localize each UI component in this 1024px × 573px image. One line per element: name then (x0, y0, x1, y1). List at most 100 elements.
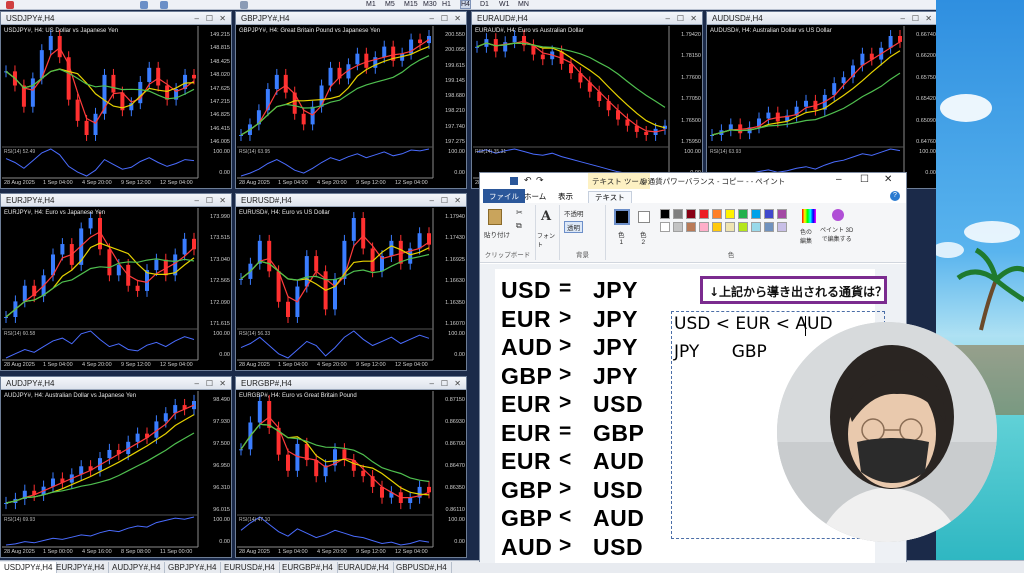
minimize-button[interactable]: – (430, 379, 434, 388)
chart-tab[interactable]: GBPUSD#,H4 (392, 562, 452, 573)
timeframe-m30[interactable]: M30 (423, 1, 437, 8)
maximize-button[interactable]: ☐ (441, 379, 448, 388)
help-icon[interactable]: ? (890, 191, 900, 201)
close-button[interactable]: ✕ (219, 14, 226, 23)
palette-swatch[interactable] (751, 222, 761, 232)
cut-icon[interactable]: ✂ (516, 208, 523, 217)
minimize-button[interactable]: – (195, 14, 199, 23)
chart-window[interactable]: AUDJPY#,H4 – ☐ ✕ AUDJPY#, H4: Australian … (0, 376, 232, 558)
chart-plot[interactable]: EURAUD#, H4: Euro vs Australian Dollar 1.… (473, 26, 702, 188)
line-tool-icon[interactable] (160, 1, 168, 9)
new-order-icon[interactable] (6, 1, 14, 9)
chart-tab[interactable]: USDJPY#,H4 (0, 562, 58, 573)
maximize-button[interactable]: ☐ (206, 196, 213, 205)
timeframe-m1[interactable]: M1 (366, 1, 376, 8)
palette-swatch[interactable] (712, 209, 722, 219)
minimize-button[interactable]: – (666, 14, 670, 23)
chart-plot[interactable]: EURUSD#, H4: Euro vs US Dollar 1.17940 1.1… (237, 208, 466, 370)
close-button[interactable]: ✕ (884, 174, 892, 185)
edit-colors-button[interactable]: 色の 編集 (800, 227, 812, 245)
palette-swatch[interactable] (712, 222, 722, 232)
close-button[interactable]: ✕ (219, 196, 226, 205)
transparent-option[interactable]: 透明 (564, 221, 583, 233)
palette-swatch[interactable] (764, 222, 774, 232)
maximize-button[interactable]: ☐ (441, 14, 448, 23)
timeframe-m15[interactable]: M15 (404, 1, 418, 8)
crosshair-icon[interactable] (140, 1, 148, 9)
palette-swatch[interactable] (738, 209, 748, 219)
color2-swatch[interactable] (638, 211, 650, 223)
palette-swatch[interactable] (699, 209, 709, 219)
maximize-button[interactable]: ☐ (206, 379, 213, 388)
chart-window[interactable]: EURAUD#,H4 – ☐ ✕ EURAUD#, H4: Euro vs Aus… (471, 11, 703, 189)
tab-home[interactable]: ホーム (518, 191, 552, 202)
palette-swatch[interactable] (686, 209, 696, 219)
copy-icon[interactable]: ⧉ (516, 221, 522, 231)
palette-swatch[interactable] (738, 222, 748, 232)
palette-swatch[interactable] (660, 222, 670, 232)
chart-plot[interactable]: GBPJPY#, H4: Great Britain Pound vs Japa… (237, 26, 466, 188)
minimize-button[interactable]: – (430, 14, 434, 23)
chart-window[interactable]: USDJPY#,H4 – ☐ ✕ USDJPY#, H4: US Dollar v… (0, 11, 232, 189)
redo-icon[interactable]: ↷ (536, 175, 544, 186)
palette-swatch[interactable] (764, 209, 774, 219)
color1-swatch[interactable] (614, 209, 630, 225)
paint3d-icon[interactable] (832, 209, 844, 221)
chart-window[interactable]: GBPJPY#,H4 – ☐ ✕ GBPJPY#, H4: Great Brita… (235, 11, 467, 189)
close-button[interactable]: ✕ (219, 379, 226, 388)
palette-swatch[interactable] (777, 222, 787, 232)
minimize-button[interactable]: – (195, 196, 199, 205)
palette-swatch[interactable] (777, 209, 787, 219)
font-button[interactable]: フォント (537, 231, 559, 249)
palette-swatch[interactable] (673, 209, 683, 219)
chart-tab[interactable]: AUDJPY#,H4 (108, 562, 166, 573)
maximize-button[interactable]: ☐ (860, 174, 869, 185)
chart-tab[interactable]: EURJPY#,H4 (52, 562, 110, 573)
chart-window[interactable]: EURUSD#,H4 – ☐ ✕ EURUSD#, H4: Euro vs US … (235, 193, 467, 371)
palette-swatch[interactable] (725, 209, 735, 219)
chart-tab[interactable]: EURUSD#,H4 (220, 562, 280, 573)
minimize-button[interactable]: – (901, 14, 905, 23)
palette-swatch[interactable] (660, 209, 670, 219)
chart-tab[interactable]: GBPJPY#,H4 (164, 562, 222, 573)
paste-icon[interactable] (488, 209, 502, 225)
chart-tab[interactable]: EURAUD#,H4 (334, 562, 394, 573)
maximize-button[interactable]: ☐ (441, 196, 448, 205)
maximize-button[interactable]: ☐ (206, 14, 213, 23)
tab-text[interactable]: テキスト (588, 191, 632, 203)
timeframe-mn[interactable]: MN (518, 1, 529, 8)
palette-swatch[interactable] (725, 222, 735, 232)
paint3d-button[interactable]: ペイント 3D で編集する (820, 225, 853, 243)
tab-view[interactable]: 表示 (552, 191, 579, 202)
chart-plot[interactable]: AUDUSD#, H4: Australian Dollar vs US Dol… (708, 26, 937, 188)
palette-swatch[interactable] (673, 222, 683, 232)
save-icon[interactable] (510, 177, 518, 185)
opaque-option[interactable]: 不透明 (564, 208, 584, 218)
timeframe-w1[interactable]: W1 (499, 1, 510, 8)
font-icon[interactable]: A (541, 209, 551, 224)
close-button[interactable]: ✕ (454, 379, 461, 388)
chart-window[interactable]: AUDUSD#,H4 – ☐ ✕ AUDUSD#, H4: Australian … (706, 11, 938, 189)
close-button[interactable]: ✕ (925, 14, 932, 23)
timeframe-d1[interactable]: D1 (480, 1, 489, 8)
chart-window[interactable]: EURJPY#,H4 – ☐ ✕ EURJPY#, H4: Euro vs Jap… (0, 193, 232, 371)
close-button[interactable]: ✕ (454, 196, 461, 205)
chart-plot[interactable]: USDJPY#, H4: US Dollar vs Japanese Yen 14… (2, 26, 231, 188)
palette-swatch[interactable] (751, 209, 761, 219)
close-button[interactable]: ✕ (454, 14, 461, 23)
trendline-icon[interactable] (240, 1, 248, 9)
chart-plot[interactable]: EURGBP#, H4: Euro vs Great Britain Pound… (237, 391, 466, 557)
maximize-button[interactable]: ☐ (912, 14, 919, 23)
timeframe-m5[interactable]: M5 (385, 1, 395, 8)
chart-plot[interactable]: EURJPY#, H4: Euro vs Japanese Yen 173.990… (2, 208, 231, 370)
close-button[interactable]: ✕ (690, 14, 697, 23)
minimize-button[interactable]: – (430, 196, 434, 205)
chart-window[interactable]: EURGBP#,H4 – ☐ ✕ EURGBP#, H4: Euro vs Gre… (235, 376, 467, 558)
chart-tab[interactable]: EURGBP#,H4 (278, 562, 338, 573)
paste-button[interactable]: 貼り付け (484, 229, 510, 239)
edit-colors-icon[interactable] (802, 209, 816, 223)
chart-plot[interactable]: AUDJPY#, H4: Australian Dollar vs Japane… (2, 391, 231, 557)
timeframe-h1[interactable]: H1 (442, 1, 451, 8)
palette-swatch[interactable] (699, 222, 709, 232)
timeframe-h4[interactable]: H4 (460, 0, 471, 9)
